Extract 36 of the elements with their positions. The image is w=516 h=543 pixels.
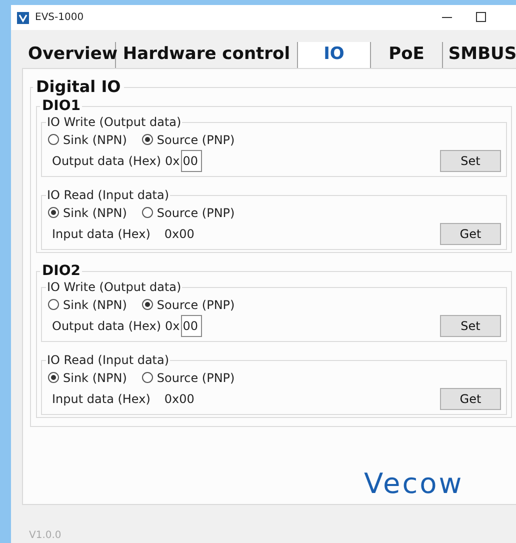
- field-label: Input data (Hex): [52, 226, 150, 243]
- radio-option[interactable]: Sink (NPN): [48, 368, 127, 386]
- maximize-icon[interactable]: [476, 12, 486, 22]
- action-button[interactable]: Set: [440, 315, 501, 337]
- group-title: IO Read (Input data): [46, 188, 170, 203]
- group-title: IO Write (Output data): [46, 280, 182, 295]
- radio-option[interactable]: Source (PNP): [142, 296, 235, 314]
- radio-option[interactable]: Source (PNP): [142, 204, 235, 222]
- radio-option[interactable]: Sink (NPN): [48, 204, 127, 222]
- app-logo-icon: [17, 12, 29, 24]
- field-label: Input data (Hex): [52, 391, 150, 408]
- action-button[interactable]: Get: [440, 223, 501, 245]
- hex-prefix: 0x: [165, 318, 180, 335]
- tab[interactable]: IO: [298, 42, 371, 68]
- window-title: EVS-1000: [35, 11, 84, 25]
- radio-option[interactable]: Source (PNP): [142, 368, 235, 386]
- logo: Vecow: [364, 468, 464, 500]
- radio-option[interactable]: Source (PNP): [142, 130, 235, 148]
- hex-input-field[interactable]: 00: [180, 315, 202, 337]
- version-label: V1.0.0: [29, 529, 62, 543]
- group-title: DIO1: [41, 97, 82, 115]
- hex-value: 0x00: [164, 226, 194, 243]
- radio-option[interactable]: Sink (NPN): [48, 296, 127, 314]
- group-title: IO Write (Output data): [46, 115, 182, 130]
- field-label: Output data (Hex): [52, 318, 162, 335]
- field-label: Output data (Hex): [52, 153, 162, 170]
- group-title: Digital IO: [35, 77, 122, 97]
- hex-prefix: 0x: [165, 153, 180, 170]
- action-button[interactable]: Get: [440, 388, 501, 410]
- minimize-icon[interactable]: [442, 17, 452, 19]
- hex-value: 0x00: [164, 391, 194, 408]
- hex-input-field[interactable]: 00: [180, 150, 202, 172]
- group-title: DIO2: [41, 262, 82, 280]
- action-button[interactable]: Set: [440, 150, 501, 172]
- radio-option[interactable]: Sink (NPN): [48, 130, 127, 148]
- group-title: IO Read (Input data): [46, 353, 170, 368]
